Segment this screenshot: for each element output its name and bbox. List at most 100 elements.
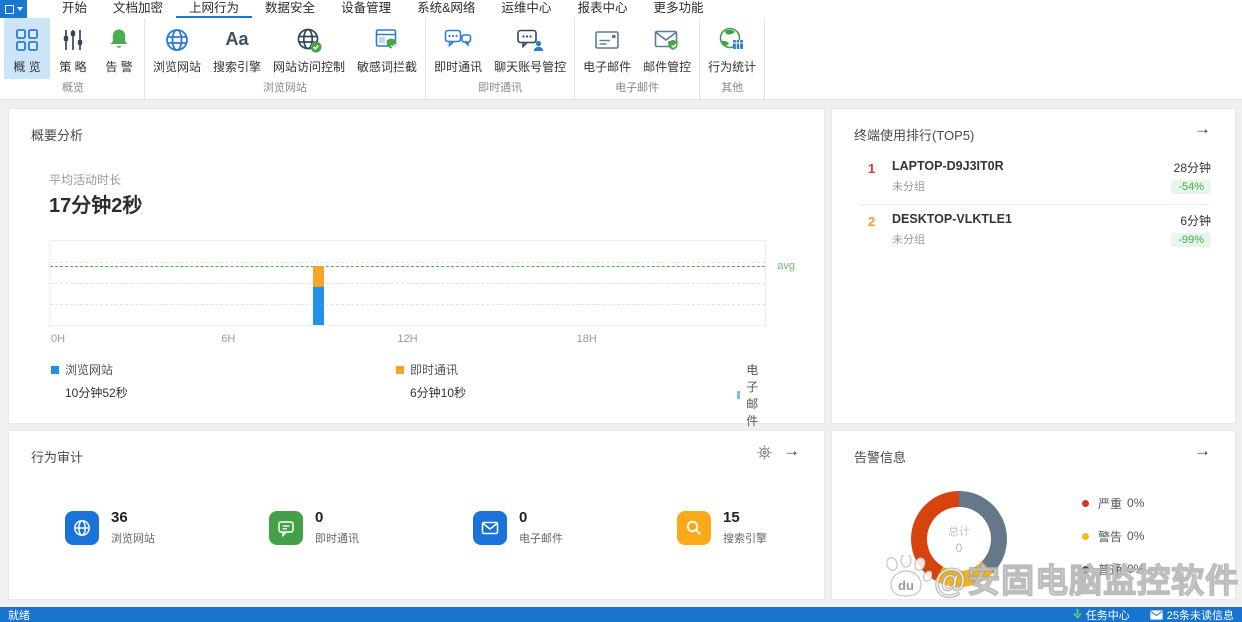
ribbon-item-sensitive-words[interactable]: 敏感词拦截 xyxy=(351,18,423,79)
ribbon-item-label: 敏感词拦截 xyxy=(357,58,417,75)
gridline xyxy=(50,283,765,284)
grid-icon xyxy=(14,24,40,56)
globe-stats-icon xyxy=(718,24,746,56)
ribbon-group-overview: 概 览 策 略 告 警 概览 xyxy=(2,18,145,99)
svg-text:Aa: Aa xyxy=(226,29,250,49)
ribbon-item-site-access-control[interactable]: 网站访问控制 xyxy=(267,18,351,79)
ribbon-item-label: 告 警 xyxy=(105,58,132,75)
ribbon-item-policy[interactable]: 策 略 xyxy=(50,18,96,79)
stat-label: 浏览网站 xyxy=(111,530,155,546)
unread-messages-button[interactable]: 25条未读信息 xyxy=(1150,607,1234,622)
delta-badge: -99% xyxy=(1171,233,1211,247)
ribbon: 概 览 策 略 告 警 概览 xyxy=(0,18,1242,100)
tab-internet-behavior[interactable]: 上网行为 xyxy=(176,0,252,18)
tab-start[interactable]: 开始 xyxy=(49,0,100,18)
globe-icon xyxy=(65,511,99,545)
panel-terminal-ranking: 终端使用排行(TOP5) → 1 LAPTOP-D9J3IT0R 未分组 28分… xyxy=(831,108,1236,424)
terminal-name: DESKTOP-VLKTLE1 xyxy=(892,212,1012,226)
stat-value: 0 xyxy=(315,509,359,526)
ribbon-item-browse-sites[interactable]: 浏览网站 xyxy=(147,18,207,79)
tab-data-security[interactable]: 数据安全 xyxy=(252,0,328,18)
chat-user-icon xyxy=(515,24,545,56)
bar-segment-browse xyxy=(313,287,324,325)
arrow-right-icon[interactable]: → xyxy=(783,442,800,459)
ranking-row[interactable]: 1 LAPTOP-D9J3IT0R 未分组 28分钟 -54% xyxy=(868,159,1211,195)
legend-label: 严重 xyxy=(1098,495,1122,512)
panel-title: 告警信息 xyxy=(854,447,906,466)
ribbon-item-label: 聊天账号管控 xyxy=(494,58,566,75)
ribbon-group-label: 浏览网站 xyxy=(145,79,425,99)
ribbon-item-search-engine[interactable]: Aa 搜索引擎 xyxy=(207,18,267,79)
message-icon xyxy=(1150,610,1163,620)
audit-card-email[interactable]: 0 电子邮件 xyxy=(473,509,677,546)
globe-icon xyxy=(163,24,191,56)
app-menu-button[interactable] xyxy=(0,0,27,18)
mail-icon xyxy=(593,24,621,56)
usage-time: 28分钟 xyxy=(1171,159,1211,176)
ranking-row[interactable]: 2 DESKTOP-VLKTLE1 未分组 6分钟 -99% xyxy=(868,212,1211,248)
ribbon-group-im: 即时通讯 聊天账号管控 即时通讯 xyxy=(426,18,575,99)
legend-item-warning: 警告 0% xyxy=(1082,530,1144,542)
tab-report-center[interactable]: 报表中心 xyxy=(564,0,640,18)
chart-legend: 浏览网站 10分钟52秒 即时通讯 6分钟10秒 电子邮件 0秒 xyxy=(49,361,766,409)
ribbon-item-im-account[interactable]: 聊天账号管控 xyxy=(488,18,572,79)
ribbon-item-label: 即时通讯 xyxy=(434,58,482,75)
legend-label: 警告 xyxy=(1098,528,1122,545)
ribbon-item-overview[interactable]: 概 览 xyxy=(4,18,50,79)
ribbon-item-behavior-stats[interactable]: 行为统计 xyxy=(702,18,762,79)
chat-icon xyxy=(269,511,303,545)
tab-ops-center[interactable]: 运维中心 xyxy=(488,0,564,18)
tab-doc-encrypt[interactable]: 文档加密 xyxy=(100,0,176,18)
ribbon-group-email: 电子邮件 邮件管控 电子邮件 xyxy=(575,18,700,99)
legend-dot xyxy=(1082,566,1089,573)
ribbon-item-alarm[interactable]: 告 警 xyxy=(96,18,142,79)
gridline xyxy=(50,304,765,305)
arrow-right-icon[interactable]: → xyxy=(1194,442,1211,459)
ribbon-item-label: 概 览 xyxy=(13,58,40,75)
ribbon-item-label: 邮件管控 xyxy=(643,58,691,75)
gear-icon[interactable] xyxy=(757,445,772,464)
ribbon-group-label: 电子邮件 xyxy=(575,79,699,99)
ribbon-item-email[interactable]: 电子邮件 xyxy=(577,18,637,79)
chevron-down-icon xyxy=(17,7,23,11)
ribbon-group-browse: 浏览网站 Aa 搜索引擎 网站访问控制 xyxy=(145,18,426,99)
legend-item-im: 即时通讯 6分钟10秒 xyxy=(396,361,466,401)
tab-system-network[interactable]: 系统&网络 xyxy=(404,0,488,18)
audit-card-browse[interactable]: 36 浏览网站 xyxy=(65,509,269,546)
arrow-right-icon[interactable]: → xyxy=(1194,120,1211,137)
chat-bubbles-icon xyxy=(443,24,473,56)
audit-card-im[interactable]: 0 即时通讯 xyxy=(269,509,473,546)
donut-center-value: 0 xyxy=(956,541,963,555)
tab-more[interactable]: 更多功能 xyxy=(640,0,716,18)
legend-label: 浏览网站 xyxy=(65,361,113,378)
task-center-button[interactable]: 任务中心 xyxy=(1073,607,1130,622)
legend-swatch xyxy=(396,366,404,374)
ribbon-item-mail-control[interactable]: 邮件管控 xyxy=(637,18,697,79)
status-bar: 就绪 任务中心 25条未读信息 xyxy=(0,607,1242,622)
ribbon-item-label: 网站访问控制 xyxy=(273,58,345,75)
terminal-name: LAPTOP-D9J3IT0R xyxy=(892,159,1004,173)
x-axis-ticks: 0H 6H 12H 18H xyxy=(49,333,766,347)
alert-legend: 严重 0% 警告 0% 普通 0% xyxy=(1082,497,1144,596)
audit-cards: 36 浏览网站 0 即时通讯 xyxy=(65,509,881,546)
stat-label: 搜索引擎 xyxy=(723,530,767,546)
mail-shield-icon xyxy=(653,24,681,56)
ribbon-item-label: 搜索引擎 xyxy=(213,58,261,75)
divider xyxy=(860,204,1207,205)
legend-item-browse: 浏览网站 10分钟52秒 xyxy=(51,361,128,401)
search-icon xyxy=(677,511,711,545)
bar-segment-im xyxy=(313,266,324,287)
ribbon-item-label: 浏览网站 xyxy=(153,58,201,75)
globe-check-icon xyxy=(295,24,323,56)
ribbon-item-im[interactable]: 即时通讯 xyxy=(428,18,488,79)
menu-tabs: 开始 文档加密 上网行为 数据安全 设备管理 系统&网络 运维中心 报表中心 更… xyxy=(49,0,716,18)
legend-value: 0% xyxy=(1127,562,1144,576)
legend-label: 即时通讯 xyxy=(410,361,458,378)
mail-icon xyxy=(473,511,507,545)
rank-number: 1 xyxy=(868,159,886,195)
tab-device-mgmt[interactable]: 设备管理 xyxy=(328,0,404,18)
gridline xyxy=(50,262,765,263)
panel-summary-analysis: 概要分析 平均活动时长 17分钟2秒 avg 0H 6H 12H 18H 浏览网… xyxy=(8,108,825,424)
legend-dot xyxy=(1082,533,1089,540)
status-ready: 就绪 xyxy=(8,607,30,622)
